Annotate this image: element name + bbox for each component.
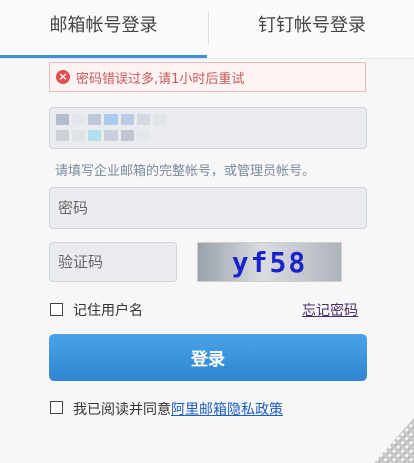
active-tab-indicator <box>0 55 207 58</box>
error-message-text: 密码错误过多,请1小时后重试 <box>76 71 245 87</box>
error-x-icon: × <box>56 70 70 84</box>
account-hint: 请填写企业邮箱的完整帐号，或管理员帐号。 <box>55 164 316 179</box>
error-message-box: × 密码错误过多,请1小时后重试 <box>49 62 366 92</box>
remember-username-checkbox[interactable] <box>50 303 63 316</box>
tab-dingtalk-login[interactable]: 钉钉帐号登录 <box>210 0 414 55</box>
qr-code-corner-icon[interactable] <box>374 418 414 463</box>
login-tabs: 邮箱帐号登录 钉钉帐号登录 <box>0 0 414 59</box>
captcha-input[interactable] <box>49 242 177 282</box>
captcha-image[interactable]: yf58 <box>197 242 342 282</box>
agree-policy-checkbox[interactable] <box>50 401 63 414</box>
password-input[interactable] <box>49 187 367 229</box>
forgot-password-link[interactable]: 忘记密码 <box>302 300 358 320</box>
agree-policy-text: 我已阅读并同意阿里邮箱隐私政策 <box>73 399 283 419</box>
remember-username-label: 记住用户名 <box>73 303 143 319</box>
tab-email-login[interactable]: 邮箱帐号登录 <box>0 0 207 55</box>
privacy-policy-link[interactable]: 阿里邮箱隐私政策 <box>171 402 283 418</box>
agree-policy-prefix: 我已阅读并同意 <box>73 402 171 418</box>
login-button[interactable]: 登录 <box>49 334 367 381</box>
tab-divider <box>208 12 209 44</box>
account-value-obscured <box>56 114 166 142</box>
